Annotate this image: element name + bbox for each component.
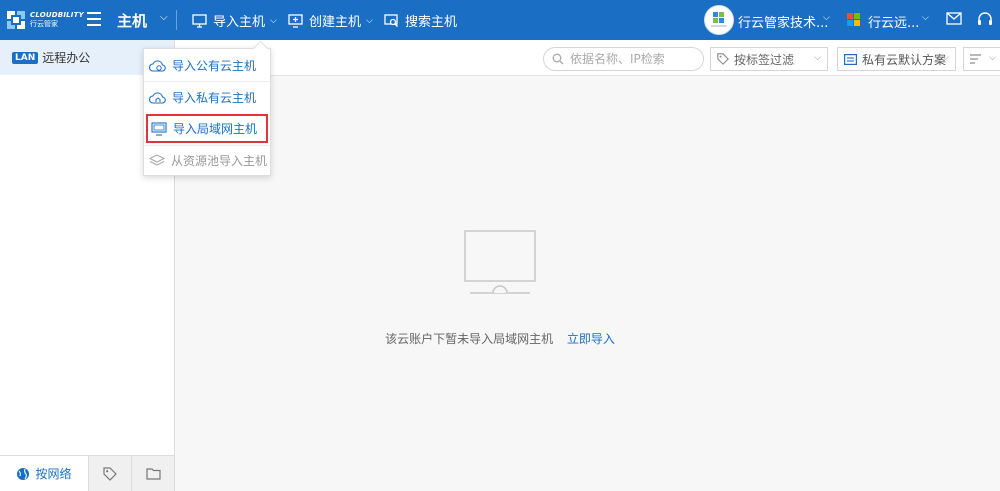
cloud-icon: [149, 59, 166, 72]
monitor-plus-icon: [288, 13, 303, 28]
empty-monitor-icon: [464, 230, 536, 294]
tab-by-network[interactable]: 按网络: [0, 456, 88, 491]
sidebar-tabs: 按网络: [0, 455, 174, 491]
empty-state: 该云账户下暂未导入局域网主机 立即导入: [175, 230, 825, 347]
menu-item-import-from-resource-pool[interactable]: 从资源池导入主机: [144, 146, 270, 175]
mail-icon[interactable]: [946, 12, 962, 28]
menu-hamburger-icon[interactable]: [87, 12, 101, 26]
menu-item-label: 导入私有云主机: [172, 91, 257, 105]
brand-logo[interactable]: CLOUDBILITY 行云管家: [6, 6, 84, 34]
import-now-link[interactable]: 立即导入: [567, 332, 615, 346]
monitor-icon: [151, 121, 167, 136]
account-logo-icon: [711, 12, 727, 27]
menu-item-label: 从资源池导入主机: [171, 154, 268, 168]
chevron-down-icon: ⌵: [942, 53, 949, 63]
header-divider: [176, 10, 177, 30]
menu-separator: [144, 81, 270, 82]
module-title: 主机: [117, 12, 148, 30]
plan-label: 私有云默认方案: [862, 52, 947, 67]
account-name[interactable]: 行云管家技术...: [738, 12, 828, 31]
nav-create-host[interactable]: 创建主机 ⌵: [288, 11, 373, 30]
tab-by-folder[interactable]: [131, 456, 174, 491]
menu-item-import-lan-host[interactable]: 导入局域网主机: [146, 114, 268, 143]
tag-icon: [103, 466, 117, 481]
account-avatar[interactable]: [704, 5, 734, 35]
tenant-name[interactable]: 行云远...: [868, 12, 919, 31]
layers-icon: [149, 153, 165, 166]
cloud-home-icon: [149, 91, 166, 104]
plan-select[interactable]: 私有云默认方案 ⌵: [837, 47, 956, 71]
globe-icon: [17, 467, 30, 480]
empty-state-message: 该云账户下暂未导入局域网主机: [385, 332, 554, 346]
content-toolbar: 按标签过滤 ⌵ 私有云默认方案 ⌵ ⌵: [175, 40, 1000, 76]
module-chevron-down-icon[interactable]: ⌵: [160, 12, 168, 23]
top-bar: CLOUDBILITY 行云管家 主机 ⌵ 导入主机 ⌵ 创建主机 ⌵ 搜索主机: [0, 0, 1000, 40]
nav-search-host-label: 搜索主机: [405, 15, 458, 30]
menu-item-import-public-cloud[interactable]: 导入公有云主机: [144, 51, 270, 80]
host-search-box[interactable]: [543, 47, 704, 71]
tab-by-network-label: 按网络: [35, 467, 72, 481]
nav-import-host-label: 导入主机: [213, 15, 266, 30]
headset-support-icon[interactable]: [977, 11, 993, 30]
account-chevron-down-icon[interactable]: ⌵: [823, 13, 830, 23]
host-search-input[interactable]: [570, 52, 690, 66]
tag-filter-select[interactable]: 按标签过滤 ⌵: [710, 47, 828, 71]
brand-name-en: CLOUDBILITY: [30, 11, 84, 19]
tab-by-tag[interactable]: [88, 456, 131, 491]
monitor-import-icon: [192, 13, 207, 28]
lan-badge: LAN: [12, 51, 39, 64]
tag-filter-label: 按标签过滤: [734, 52, 795, 67]
menu-item-label: 导入公有云主机: [172, 59, 257, 73]
nav-create-host-label: 创建主机: [309, 15, 362, 30]
nav-import-host[interactable]: 导入主机 ⌵: [192, 11, 277, 30]
monitor-search-icon: [384, 13, 399, 27]
sort-select[interactable]: ⌵: [963, 47, 1000, 71]
chevron-down-icon: ⌵: [366, 15, 373, 26]
menu-item-label: 导入局域网主机: [173, 122, 258, 136]
chevron-down-icon: ⌵: [270, 15, 277, 26]
search-icon: [552, 53, 564, 65]
nav-search-host[interactable]: 搜索主机: [384, 11, 457, 30]
chevron-down-icon: ⌵: [814, 53, 821, 63]
sort-icon: [970, 54, 981, 64]
list-card-icon: [844, 53, 857, 65]
windows-logo-icon: [847, 13, 860, 26]
tag-icon: [717, 53, 729, 65]
import-host-dropdown: 导入公有云主机 导入私有云主机 导入局域网主机 从资源池导入主机: [143, 48, 271, 176]
folder-icon: [145, 468, 161, 480]
menu-item-import-private-cloud[interactable]: 导入私有云主机: [144, 83, 270, 112]
main-content: 按标签过滤 ⌵ 私有云默认方案 ⌵ ⌵: [175, 40, 1000, 491]
sidebar-item-label: 远程办公: [42, 51, 91, 65]
chevron-down-icon: ⌵: [989, 53, 996, 63]
brand-name-cn: 行云管家: [30, 20, 58, 28]
cloudbility-logo-icon: [7, 11, 25, 29]
tenant-chevron-down-icon[interactable]: ⌵: [922, 13, 929, 23]
